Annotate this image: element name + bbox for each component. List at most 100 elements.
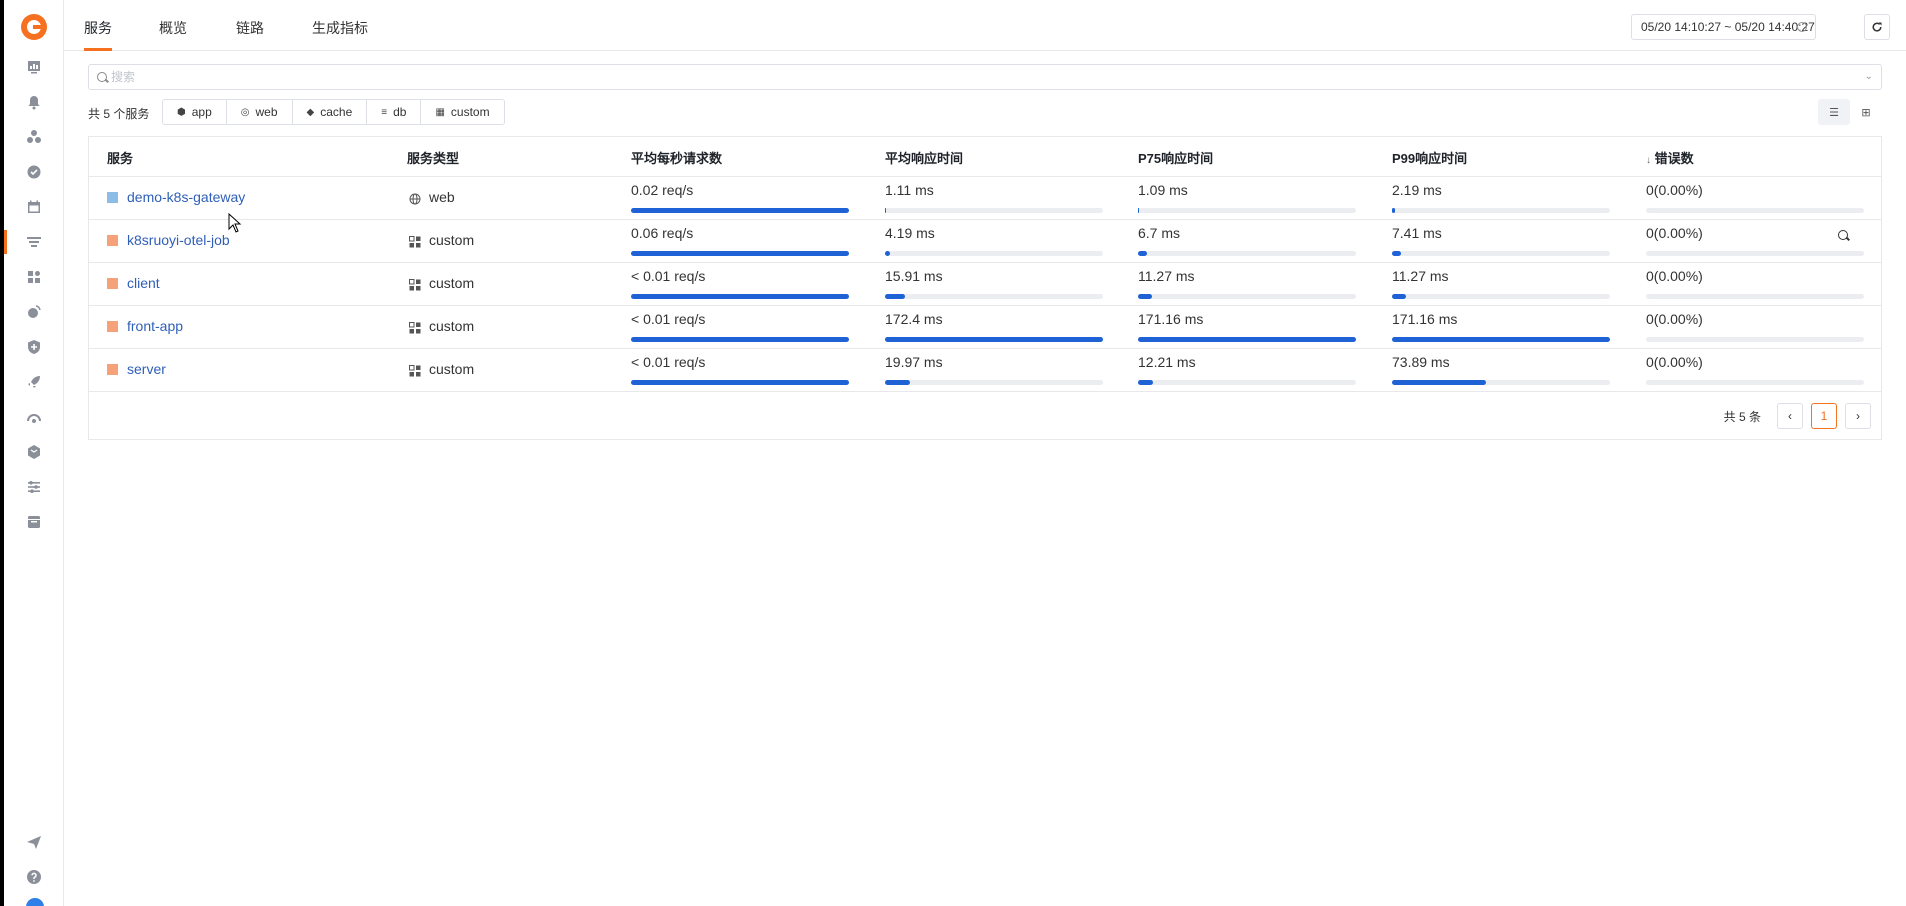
col-errors[interactable]: ↓ 错误数 [1646, 148, 1694, 167]
sidebar-item-archive[interactable] [4, 508, 64, 536]
service-type: custom [429, 318, 475, 334]
metric-avg-value: 19.97 ms [885, 354, 943, 370]
col-service[interactable]: 服务 [107, 148, 133, 167]
search-box: ⌄ [88, 64, 1882, 90]
service-name-link[interactable]: k8sruoyi-otel-job [127, 232, 230, 248]
grid-icon [409, 236, 421, 248]
tab-overview[interactable]: 概览 [159, 18, 187, 38]
topology-view-button[interactable]: ⊞ [1850, 99, 1882, 125]
filter-app[interactable]: ⬢ app [163, 100, 227, 124]
metric-errors-value: 0(0.00%) [1646, 182, 1703, 198]
sidebar-item-monitor[interactable] [4, 403, 64, 431]
sidebar-item-dashboard[interactable] [4, 53, 64, 81]
service-name-link[interactable]: client [127, 275, 160, 291]
metric-avg-bar [885, 251, 1103, 256]
filter-db[interactable]: ≡ db [367, 100, 422, 124]
sidebar-item-security[interactable] [4, 333, 64, 361]
services-table: 服务 服务类型 平均每秒请求数 平均响应时间 P75响应时间 P99响应时间 ↓… [88, 136, 1882, 440]
database-icon: ≡ [381, 106, 388, 118]
search-input[interactable] [111, 68, 1851, 86]
row-search-icon[interactable] [1838, 230, 1848, 240]
main-content: 服务 概览 链路 生成指标 05/20 14:10:27 ~ 05/20 14:… [64, 0, 1906, 906]
table-row[interactable]: demo-k8s-gateway web 0.02 req/s 1.11 ms 1… [89, 177, 1881, 220]
col-avg-latency[interactable]: 平均响应时间 [885, 148, 963, 167]
sidebar-item-topology[interactable] [4, 123, 64, 151]
service-name-link[interactable]: server [127, 361, 166, 377]
sidebar-item-package[interactable] [4, 438, 64, 466]
filter-label: app [191, 105, 212, 119]
metric-p99-bar-fill [1392, 294, 1407, 299]
metric-p99: 2.19 ms [1392, 182, 1610, 213]
tab-generate-metrics[interactable]: 生成指标 [312, 18, 368, 38]
help-icon [27, 870, 41, 884]
filter-custom[interactable]: ▦ custom [421, 100, 503, 124]
col-p99-latency[interactable]: P99响应时间 [1392, 148, 1467, 167]
metric-errors: 0(0.00%) [1646, 268, 1864, 299]
sidebar-item-apm[interactable] [4, 228, 64, 256]
sliders-icon [28, 481, 40, 493]
logo-icon[interactable] [21, 14, 47, 40]
user-avatar[interactable] [26, 898, 44, 906]
metric-errors-value: 0(0.00%) [1646, 225, 1703, 241]
metric-p99-bar-fill [1392, 380, 1487, 385]
archive-icon [28, 516, 40, 528]
metric-p75-bar-fill [1138, 380, 1154, 385]
service-name-link[interactable]: demo-k8s-gateway [127, 189, 245, 205]
metric-p99-value: 2.19 ms [1392, 182, 1442, 198]
metric-avg-bar-fill [885, 208, 887, 213]
metric-avg-bar [885, 208, 1103, 213]
table-row[interactable]: server custom < 0.01 req/s 19.97 ms 12.21… [89, 349, 1881, 392]
list-view-button[interactable]: ☰ [1818, 99, 1850, 125]
sidebar-item-check[interactable] [4, 158, 64, 186]
table-row[interactable]: k8sruoyi-otel-job custom 0.06 req/s 4.19 … [89, 220, 1881, 263]
metric-rps: < 0.01 req/s [631, 354, 849, 385]
tab-services[interactable]: 服务 [84, 18, 112, 38]
col-service-type[interactable]: 服务类型 [407, 148, 459, 167]
metric-p99-bar [1392, 380, 1610, 385]
dashboard-icon [28, 61, 40, 74]
col-avg-rps[interactable]: 平均每秒请求数 [631, 148, 722, 167]
chevron-down-icon[interactable]: ⌄ [1865, 71, 1873, 82]
mouse-cursor-icon [228, 213, 242, 233]
metric-p99: 73.89 ms [1392, 354, 1610, 385]
metric-p99-bar [1392, 337, 1610, 342]
metric-errors-bar [1646, 208, 1864, 213]
sidebar-item-deploy[interactable] [4, 368, 64, 396]
filter-cache[interactable]: ◆ cache [293, 100, 368, 124]
metric-avg: 172.4 ms [885, 311, 1103, 342]
metric-avg: 4.19 ms [885, 225, 1103, 256]
metric-p99-bar-fill [1392, 251, 1402, 256]
sidebar-item-alerts[interactable] [4, 88, 64, 116]
filter-web[interactable]: ◎ web [227, 100, 293, 124]
metric-rps-bar-fill [631, 251, 849, 256]
hexagon-icon [28, 445, 40, 459]
sidebar-item-satellite[interactable] [4, 298, 64, 326]
sidebar-item-feedback[interactable] [4, 828, 64, 856]
table-row[interactable]: client custom < 0.01 req/s 15.91 ms 11.27… [89, 263, 1881, 306]
metric-p75: 12.21 ms [1138, 354, 1356, 385]
prev-page-button[interactable]: ‹ [1777, 403, 1803, 429]
sidebar-item-apps[interactable] [4, 263, 64, 291]
sidebar-item-help[interactable] [4, 863, 64, 891]
next-page-button[interactable]: › [1845, 403, 1871, 429]
sidebar-item-settings[interactable] [4, 473, 64, 501]
metric-p75-bar-fill [1138, 208, 1140, 213]
metric-p99: 7.41 ms [1392, 225, 1610, 256]
refresh-button[interactable] [1864, 14, 1890, 40]
service-name-link[interactable]: front-app [127, 318, 183, 334]
metric-avg-value: 172.4 ms [885, 311, 943, 327]
col-p75-latency[interactable]: P75响应时间 [1138, 148, 1213, 167]
metric-avg: 15.91 ms [885, 268, 1103, 299]
page-1-button[interactable]: 1 [1811, 403, 1837, 429]
metric-rps-value: < 0.01 req/s [631, 354, 706, 370]
metric-rps-bar [631, 294, 849, 299]
tab-traces[interactable]: 链路 [236, 18, 264, 38]
metric-p99-value: 11.27 ms [1392, 268, 1449, 284]
time-range-picker[interactable]: 05/20 14:10:27 ~ 05/20 14:40:27 [1631, 14, 1816, 40]
metric-rps-bar [631, 380, 849, 385]
metric-avg-value: 15.91 ms [885, 268, 943, 284]
metric-errors-value: 0(0.00%) [1646, 311, 1703, 327]
sidebar-item-calendar[interactable] [4, 193, 64, 221]
service-color-marker [107, 278, 118, 289]
table-row[interactable]: front-app custom < 0.01 req/s 172.4 ms 17… [89, 306, 1881, 349]
